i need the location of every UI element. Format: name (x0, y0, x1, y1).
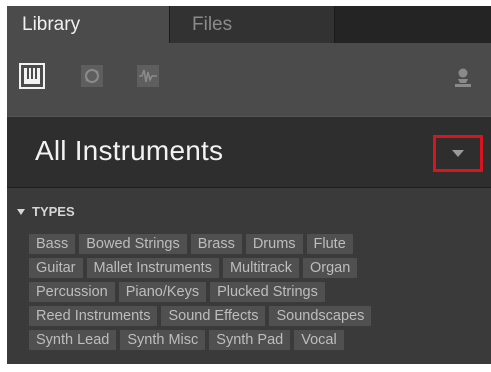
types-label: TYPES (32, 204, 75, 219)
type-tag[interactable]: Vocal (294, 330, 344, 350)
tag-row: Guitar Mallet Instruments Multitrack Org… (29, 258, 371, 278)
instrument-icon[interactable] (19, 63, 45, 89)
tag-row: Synth Lead Synth Misc Synth Pad Vocal (29, 330, 371, 350)
tag-row: Bass Bowed Strings Brass Drums Flute (29, 234, 371, 254)
tab-files-label: Files (192, 13, 233, 35)
type-tag[interactable]: Sound Effects (161, 306, 266, 326)
instrument-header: All Instruments (7, 116, 491, 188)
type-tag[interactable]: Soundscapes (269, 306, 372, 326)
tag-row: Percussion Piano/Keys Plucked Strings (29, 282, 371, 302)
page-title: All Instruments (35, 135, 224, 166)
type-tag[interactable]: Piano/Keys (118, 282, 207, 302)
triangle-down-icon (17, 208, 25, 215)
types-section: TYPES Bass Bowed Strings Brass Drums Flu… (7, 188, 491, 364)
type-tag[interactable]: Synth Lead (29, 330, 117, 350)
type-tags: Bass Bowed Strings Brass Drums Flute Gui… (29, 234, 372, 354)
tab-files[interactable]: Files (169, 6, 335, 43)
tab-bar: Library Files (7, 6, 491, 43)
type-tag[interactable]: Multitrack (222, 258, 300, 278)
type-tag[interactable]: Percussion (29, 282, 115, 302)
dropdown-button[interactable] (433, 135, 483, 172)
content-type-toolbar (7, 43, 491, 116)
library-panel: Library Files All Instruments TYPES Bass… (7, 6, 491, 364)
chevron-down-icon (452, 150, 464, 157)
type-tag[interactable]: Drums (245, 234, 303, 254)
tab-library-label: Library (22, 13, 81, 35)
type-tag[interactable]: Flute (306, 234, 353, 254)
type-tag[interactable]: Synth Pad (209, 330, 291, 350)
type-tag[interactable]: Guitar (29, 258, 83, 278)
type-tag[interactable]: Organ (303, 258, 358, 278)
sample-icon[interactable] (135, 63, 161, 89)
type-tag[interactable]: Brass (190, 234, 242, 254)
tab-library[interactable]: Library (7, 6, 169, 43)
type-tag[interactable]: Bass (29, 234, 76, 254)
user-icon[interactable] (450, 65, 476, 91)
type-tag[interactable]: Reed Instruments (29, 306, 158, 326)
types-toggle[interactable]: TYPES (17, 204, 75, 219)
type-tag[interactable]: Plucked Strings (210, 282, 325, 302)
type-tag[interactable]: Mallet Instruments (86, 258, 219, 278)
tag-row: Reed Instruments Sound Effects Soundscap… (29, 306, 372, 326)
type-tag[interactable]: Bowed Strings (79, 234, 187, 254)
loop-icon[interactable] (79, 63, 105, 89)
type-tag[interactable]: Synth Misc (120, 330, 206, 350)
